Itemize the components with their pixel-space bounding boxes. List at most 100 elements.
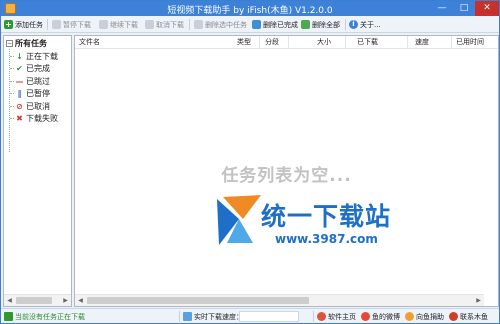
resume-download-label: 继续下载 — [110, 20, 138, 29]
donate-link[interactable]: 向鱼捐助 — [405, 311, 444, 322]
scroll-right-arrow-icon[interactable]: ▶ — [473, 295, 484, 306]
tree-item[interactable]: ✖ 下载失败 — [10, 113, 58, 125]
donate-label: 向鱼捐助 — [416, 312, 444, 321]
toolbar-divider — [345, 19, 346, 30]
weibo-icon — [361, 312, 370, 321]
task-category-tree: − 所有任务 ↓ 正在下载 ✔ 已完成 — 已跳过 ‖ 已暂停 ⊘ 已取消 ✖ 下载失败 ◀ ▶ — [3, 35, 72, 307]
delete-all-icon — [301, 20, 310, 29]
title-bar: 短视频下载助手 by iFish(木鱼) V1.2.0.0 — □ ✕ — [1, 1, 499, 16]
donate-icon — [405, 312, 414, 321]
pause-download-label: 暂停下载 — [63, 20, 91, 29]
column-header-segments[interactable]: 分段 — [265, 37, 279, 47]
about-button[interactable]: i 关于... — [349, 18, 381, 31]
tree-branch-line — [10, 105, 14, 107]
delete-selected-icon — [194, 20, 203, 29]
homepage-link[interactable]: 软件主页 — [317, 311, 356, 322]
cancel-download-label: 取消下载 — [156, 20, 184, 29]
info-icon: i — [349, 20, 358, 29]
scroll-right-arrow-icon[interactable]: ▶ — [60, 295, 71, 306]
download-status-text: 当前没有任务正在下载 — [15, 312, 85, 321]
resume-download-button[interactable]: 继续下载 — [99, 18, 138, 31]
tree-item-label: 下载失败 — [26, 114, 58, 123]
fail-x-icon: ✖ — [16, 114, 23, 123]
column-header-elapsed[interactable]: 已用时间 — [456, 37, 484, 47]
empty-list-message: 任务列表为空... — [221, 166, 352, 186]
play-icon — [99, 20, 108, 29]
pause-download-button[interactable]: 暂停下载 — [52, 18, 91, 31]
scroll-left-arrow-icon[interactable]: ◀ — [4, 295, 15, 306]
task-list-header: 文件名 类型 分段 大小 已下载 速度 已用时间 — [75, 36, 498, 49]
tree-root-all-tasks[interactable]: − 所有任务 — [6, 38, 47, 49]
tree-item[interactable]: ✔ 已完成 — [10, 63, 50, 75]
tree-item-label: 已跳过 — [26, 76, 50, 86]
watermark-logo-icon — [217, 195, 261, 245]
tree-item-label: 正在下载 — [26, 51, 58, 61]
toolbar-divider — [189, 19, 190, 30]
download-arrow-icon: ↓ — [16, 51, 23, 61]
tree-branch-line — [10, 118, 14, 119]
scroll-left-arrow-icon[interactable]: ◀ — [75, 295, 86, 306]
status-arrow-icon — [4, 312, 13, 321]
tree-branch-line — [10, 93, 14, 94]
about-label: 关于... — [360, 20, 381, 29]
pause-icon: ‖ — [17, 89, 22, 98]
toolbar-divider — [47, 19, 48, 30]
tree-root-label: 所有任务 — [15, 39, 47, 48]
contact-link[interactable]: 联系木鱼 — [449, 311, 488, 322]
delete-all-button[interactable]: 删除全部 — [301, 18, 340, 31]
close-button[interactable]: ✕ — [475, 1, 499, 16]
delete-selected-button[interactable]: 删除选中任务 — [194, 18, 247, 31]
app-window: 短视频下载助手 by iFish(木鱼) V1.2.0.0 — □ ✕ + 添加… — [0, 0, 500, 324]
column-header-filename[interactable]: 文件名 — [79, 37, 100, 47]
plus-icon: + — [4, 20, 13, 29]
delete-completed-button[interactable]: 删除已完成 — [252, 18, 298, 31]
tree-item[interactable]: ↓ 正在下载 — [10, 50, 58, 62]
speed-value-box — [239, 311, 299, 322]
column-header-type[interactable]: 类型 — [237, 37, 251, 47]
weibo-link[interactable]: 鱼的微博 — [361, 311, 400, 322]
delete-all-label: 删除全部 — [312, 20, 340, 29]
delete-completed-icon — [252, 20, 261, 29]
list-horizontal-scrollbar[interactable]: ◀ ▶ — [75, 294, 484, 306]
tree-item[interactable]: ‖ 已暂停 — [10, 88, 50, 100]
column-divider — [288, 36, 289, 49]
contact-label: 联系木鱼 — [460, 312, 488, 321]
tree-branch-line — [10, 55, 14, 57]
scrollbar-thumb[interactable] — [87, 297, 309, 304]
download-status: 当前没有任务正在下载 — [4, 311, 85, 322]
tree-branch-line — [10, 80, 14, 82]
status-bar: 当前没有任务正在下载 实时下载速度： 软件主页 鱼的微博 向鱼捐助 联系木鱼 — [1, 308, 499, 323]
tree-item[interactable]: ⊘ 已取消 — [10, 100, 50, 112]
skip-dash-icon: — — [15, 76, 24, 86]
speed-indicator: 实时下载速度： — [183, 311, 243, 322]
column-divider — [259, 36, 260, 49]
watermark-url: www.3987.com — [275, 232, 378, 246]
tree-item-label: 已暂停 — [26, 89, 50, 98]
status-divider — [179, 311, 180, 322]
speed-icon — [183, 312, 192, 321]
add-task-label: 添加任务 — [15, 20, 43, 29]
collapse-toggle-icon[interactable]: − — [6, 40, 13, 47]
stop-icon — [145, 20, 154, 29]
speed-label: 实时下载速度： — [194, 312, 243, 321]
column-header-speed[interactable]: 速度 — [415, 37, 429, 47]
delete-completed-label: 删除已完成 — [263, 20, 298, 29]
cancel-download-button[interactable]: 取消下载 — [145, 18, 184, 31]
status-divider — [313, 311, 314, 322]
tree-horizontal-scrollbar[interactable]: ◀ ▶ — [4, 294, 71, 306]
scrollbar-thumb[interactable] — [16, 297, 52, 304]
add-task-button[interactable]: + 添加任务 — [4, 18, 43, 31]
contact-icon — [449, 312, 458, 321]
tree-item[interactable]: — 已跳过 — [10, 75, 50, 87]
delete-selected-label: 删除选中任务 — [205, 20, 247, 29]
maximize-button[interactable]: □ — [453, 1, 475, 16]
tree-item-label: 已取消 — [26, 101, 50, 111]
weibo-label: 鱼的微博 — [372, 312, 400, 321]
toolbar: + 添加任务 暂停下载 继续下载 取消下载 删除选中任务 删除已完成 删除全部 — [1, 16, 499, 33]
column-header-size[interactable]: 大小 — [317, 37, 331, 47]
column-header-downloaded[interactable]: 已下载 — [357, 37, 378, 47]
minimize-button[interactable]: — — [431, 1, 453, 16]
pause-icon — [52, 20, 61, 29]
task-list[interactable]: 文件名 类型 分段 大小 已下载 速度 已用时间 任务列表为空... ◀ ▶ — [74, 35, 499, 307]
cancel-circle-icon: ⊘ — [16, 101, 23, 111]
